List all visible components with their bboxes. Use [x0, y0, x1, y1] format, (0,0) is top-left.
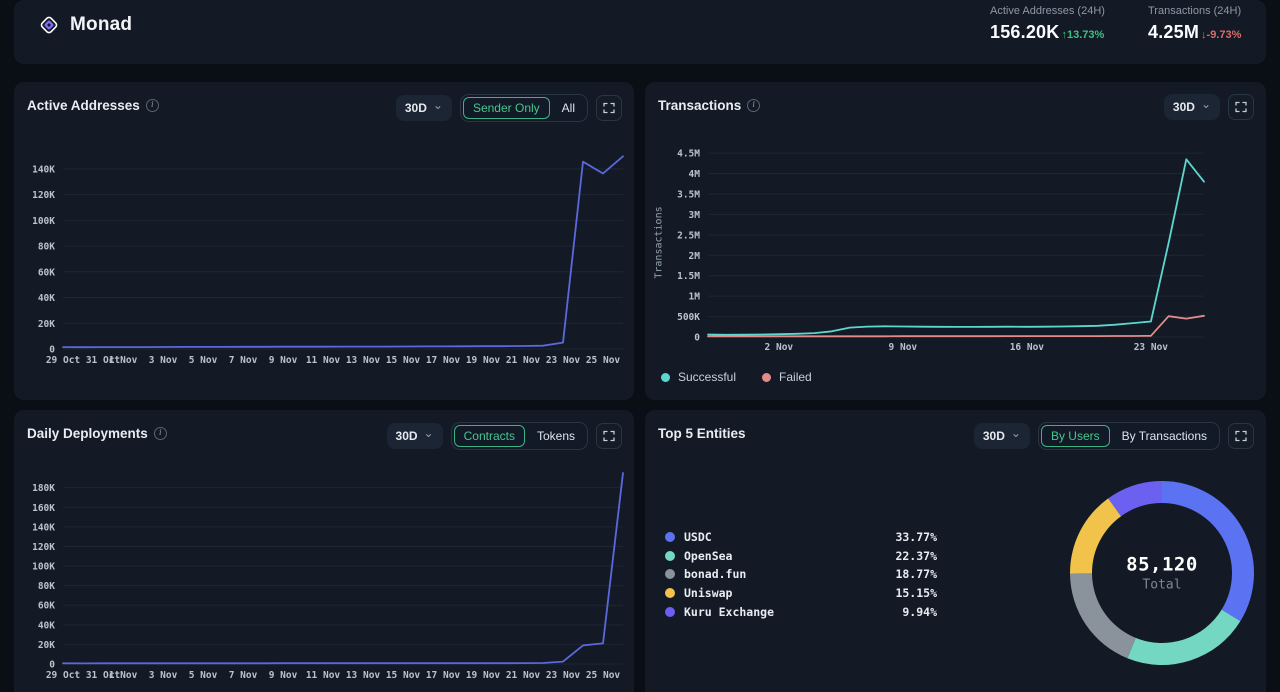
panel-active-addresses: Active Addresses i 30D ⌄ Sender Only All…: [14, 82, 634, 400]
x-tick-label: 3 Nov: [149, 670, 178, 681]
x-tick-label: 1 Nov: [109, 355, 138, 366]
x-tick-label: 3 Nov: [149, 355, 178, 366]
legend-item-successful[interactable]: Successful: [661, 370, 736, 384]
y-tick-label: 500K: [677, 312, 700, 323]
x-tick-label: 11 Nov: [306, 670, 341, 681]
x-tick-label: 15 Nov: [386, 670, 421, 681]
chart-legend: Successful Failed: [661, 370, 812, 384]
stat-label: Active Addresses (24H): [990, 5, 1105, 17]
stat-label: Transactions (24H): [1148, 5, 1242, 17]
donut-slice-usdc: [1162, 481, 1254, 622]
monad-logo-icon: [40, 16, 58, 34]
panel-top-entities: Top 5 Entities 30D ⌄ By Users By Transac…: [645, 410, 1266, 692]
stat-active-addresses-24h: Active Addresses (24H) 156.20K ↑13.73%: [990, 5, 1105, 43]
x-tick-label: 25 Nov: [586, 670, 621, 681]
x-tick-label: 25 Nov: [586, 355, 621, 366]
stat-change-up: ↑13.73%: [1061, 29, 1105, 41]
x-tick-label: 16 Nov: [1010, 342, 1045, 353]
y-tick-label: 60K: [38, 267, 55, 278]
y-tick-label: 120K: [32, 190, 55, 201]
x-tick-label: 21 Nov: [506, 355, 541, 366]
y-tick-label: 40K: [38, 293, 55, 304]
x-tick-label: 2 Nov: [765, 342, 794, 353]
y-tick-label: 0: [49, 345, 55, 356]
y-tick-label: 2.5M: [677, 230, 700, 241]
y-tick-label: 180K: [32, 483, 55, 494]
x-tick-label: 29 Oct: [46, 670, 80, 681]
dashboard: Monad Active Addresses (24H) 156.20K ↑13…: [0, 0, 1280, 692]
x-tick-label: 21 Nov: [506, 670, 541, 681]
x-tick-label: 17 Nov: [426, 670, 461, 681]
y-tick-label: 100K: [32, 562, 55, 573]
donut-total-value: 85,120: [1126, 553, 1198, 576]
x-tick-label: 5 Nov: [189, 670, 218, 681]
x-tick-label: 19 Nov: [466, 670, 501, 681]
donut-slice-opensea: [1127, 609, 1241, 665]
y-tick-label: 3.5M: [677, 189, 700, 200]
stat-value: 4.25M: [1148, 22, 1200, 42]
legend-item-failed[interactable]: Failed: [762, 370, 812, 384]
x-tick-label: 1 Nov: [109, 670, 138, 681]
y-tick-label: 160K: [32, 503, 55, 514]
y-tick-label: 120K: [32, 542, 55, 553]
stat-transactions-24h: Transactions (24H) 4.25M ↓-9.73%: [1148, 5, 1241, 43]
y-tick-label: 140K: [32, 164, 55, 175]
app-title: Monad: [70, 14, 133, 35]
series-line-active-addresses: [62, 155, 624, 349]
y-tick-label: 20K: [38, 319, 55, 330]
donut-slice-uniswap: [1070, 498, 1122, 574]
panel-transactions: Transactions i 30D ⌄ Transactions 0 500K 1…: [645, 82, 1266, 400]
header-bar: Monad Active Addresses (24H) 156.20K ↑13…: [14, 0, 1266, 64]
x-tick-label: 29 Oct: [46, 355, 80, 366]
series-line-successful: [707, 158, 1205, 336]
x-tick-label: 19 Nov: [466, 355, 501, 366]
x-tick-label: 17 Nov: [426, 355, 461, 366]
y-tick-label: 4.5M: [677, 149, 700, 160]
legend-dot-icon: [661, 372, 670, 382]
top-entities-donut-chart: [1070, 481, 1254, 665]
x-tick-label: 5 Nov: [189, 355, 218, 366]
x-tick-label: 9 Nov: [269, 355, 298, 366]
y-tick-label: 1M: [689, 292, 701, 303]
y-tick-label: 60K: [38, 601, 55, 612]
stat-value: 156.20K: [990, 22, 1060, 42]
x-tick-label: 9 Nov: [889, 342, 918, 353]
stat-change-down: ↓-9.73%: [1201, 29, 1242, 41]
y-tick-label: 4M: [689, 169, 701, 180]
daily-deployments-chart: 0 20K 40K 60K 80K 100K 120K 140K 160K 180K 29 Oct 3…: [32, 472, 624, 681]
donut-center: 85,120 Total: [1126, 554, 1198, 593]
x-tick-label: 7 Nov: [229, 355, 258, 366]
legend-label: Successful: [678, 370, 737, 384]
legend-dot-icon: [762, 372, 772, 382]
x-tick-label: 9 Nov: [269, 670, 298, 681]
donut-total-label: Total: [1142, 577, 1182, 593]
y-tick-label: 100K: [32, 216, 55, 227]
x-tick-label: 13 Nov: [346, 355, 381, 366]
y-tick-label: 0: [49, 660, 55, 671]
y-tick-label: 80K: [38, 242, 55, 253]
y-tick-label: 2M: [689, 251, 701, 262]
x-tick-label: 23 Nov: [546, 355, 581, 366]
transactions-chart: 0 500K 1M 1.5M 2M 2.5M 3M 3.5M 4M 4.5M 2 Nov 9 Nov 1…: [677, 149, 1205, 353]
panel-daily-deployments: Daily Deployments i 30D ⌄ Contracts Toke…: [14, 410, 634, 692]
x-tick-label: 23 Nov: [546, 670, 581, 681]
x-tick-label: 11 Nov: [306, 355, 341, 366]
legend-label: Failed: [779, 370, 812, 384]
y-tick-label: 80K: [38, 581, 55, 592]
y-tick-label: 1.5M: [677, 271, 700, 282]
x-tick-label: 13 Nov: [346, 670, 381, 681]
series-line-contracts: [62, 472, 624, 665]
y-tick-label: 140K: [32, 522, 55, 533]
x-tick-label: 15 Nov: [386, 355, 421, 366]
y-tick-label: 0: [694, 333, 700, 344]
y-tick-label: 20K: [38, 640, 55, 651]
x-tick-label: 7 Nov: [229, 670, 258, 681]
x-tick-label: 23 Nov: [1134, 342, 1169, 353]
y-tick-label: 40K: [38, 620, 55, 631]
active-addresses-chart: 020K40K60K80K100K120K140K29 Oct 31 Oct1 N…: [32, 155, 624, 366]
y-tick-label: 3M: [689, 210, 701, 221]
brand: Monad: [38, 14, 132, 36]
